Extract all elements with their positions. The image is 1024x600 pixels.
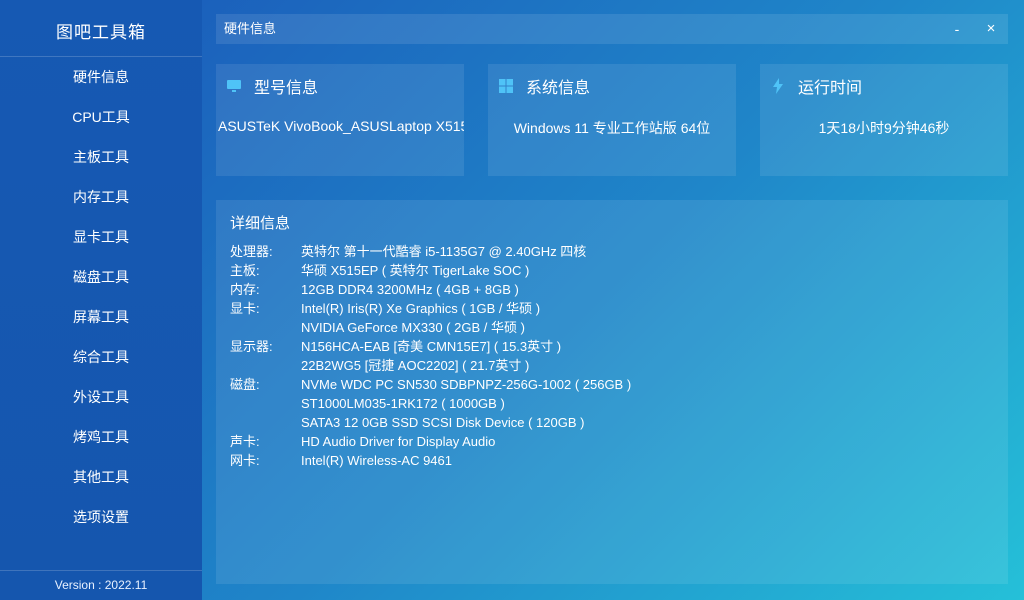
system-info-card: 系统信息 Windows 11 专业工作站版 64位 [488,64,736,176]
row-value: NVIDIA GeForce MX330 ( 2GB / 华硕 ) [301,320,525,335]
sidebar-nav: 硬件信息 CPU工具 主板工具 内存工具 显卡工具 磁盘工具 屏幕工具 综合工具… [0,57,202,537]
row-value: Intel(R) Wireless-AC 9461 [301,453,452,468]
sidebar-item-general-tools[interactable]: 综合工具 [0,337,202,377]
sidebar-item-hardware-info[interactable]: 硬件信息 [0,57,202,97]
title-bar: 硬件信息 - × [216,14,1008,44]
row-value: 12GB DDR4 3200MHz ( 4GB + 8GB ) [301,282,519,297]
detail-title: 详细信息 [230,215,291,232]
row-label: 处理器: [230,244,273,259]
row-label: 主板: [230,263,260,278]
row-label [230,318,301,337]
detail-row-disk-3: SATA3 12 0GB SSD SCSI Disk Device ( 120G… [230,413,631,432]
sidebar-item-cpu-tools[interactable]: CPU工具 [0,97,202,137]
sidebar-item-settings[interactable]: 选项设置 [0,497,202,537]
detail-row-motherboard: 主板: 华硕 X515EP ( 英特尔 TigerLake SOC ) [230,261,631,280]
row-value: 22B2WG5 [冠捷 AOC2202] ( 21.7英寸 ) [301,358,530,373]
version-label: Version : 2022.11 [54,578,148,592]
row-value: 华硕 X515EP ( 英特尔 TigerLake SOC ) [301,263,530,278]
bolt-icon [770,78,786,94]
row-value: HD Audio Driver for Display Audio [301,434,496,449]
row-value: NVMe WDC PC SN530 SDBPNPZ-256G-1002 ( 25… [301,377,632,392]
row-label [230,394,301,413]
sidebar-item-peripheral-tools[interactable]: 外设工具 [0,377,202,417]
app-title: 图吧工具箱 [56,23,146,42]
windows-icon [498,78,514,94]
detail-row-audio: 声卡: HD Audio Driver for Display Audio [230,432,631,451]
row-label: 显卡: [230,301,260,316]
detail-row-disk-2: ST1000LM035-1RK172 ( 1000GB ) [230,394,631,413]
detail-row-gpu: 显卡: Intel(R) Iris(R) Xe Graphics ( 1GB /… [230,299,631,318]
uptime-card: 运行时间 1天18小时9分钟46秒 [760,64,1008,176]
detail-row-disk: 磁盘: NVMe WDC PC SN530 SDBPNPZ-256G-1002 … [230,375,631,394]
minimize-button[interactable]: - [942,14,972,44]
sidebar-item-stress-tools[interactable]: 烤鸡工具 [0,417,202,457]
row-label [230,356,301,375]
detail-row-cpu: 处理器: 英特尔 第十一代酷睿 i5-1135G7 @ 2.40GHz 四核 [230,242,631,261]
model-info-card: 型号信息 ASUSTeK VivoBook_ASUSLaptop X515E [216,64,464,176]
row-value: Intel(R) Iris(R) Xe Graphics ( 1GB / 华硕 … [301,301,541,316]
system-info-value: Windows 11 专业工作站版 64位 [513,120,711,136]
sidebar-item-motherboard-tools[interactable]: 主板工具 [0,137,202,177]
uptime-value: 1天18小时9分钟46秒 [818,120,950,136]
system-info-title: 系统信息 [526,80,591,97]
page-title: 硬件信息 [224,21,277,36]
row-label [230,413,301,432]
detail-row-display: 显示器: N156HCA-EAB [奇美 CMN15E7] ( 15.3英寸 ) [230,337,631,356]
model-info-value: ASUSTeK VivoBook_ASUSLaptop X515E [218,118,464,134]
detail-row-display-2: 22B2WG5 [冠捷 AOC2202] ( 21.7英寸 ) [230,356,631,375]
sidebar-divider-bottom [0,570,202,571]
detail-list: 处理器: 英特尔 第十一代酷睿 i5-1135G7 @ 2.40GHz 四核 主… [230,242,631,470]
detail-panel: 详细信息 处理器: 英特尔 第十一代酷睿 i5-1135G7 @ 2.40GHz… [216,200,1008,584]
row-value: 英特尔 第十一代酷睿 i5-1135G7 @ 2.40GHz 四核 [301,244,587,259]
row-label: 磁盘: [230,377,260,392]
sidebar-item-gpu-tools[interactable]: 显卡工具 [0,217,202,257]
row-label: 声卡: [230,434,260,449]
detail-row-memory: 内存: 12GB DDR4 3200MHz ( 4GB + 8GB ) [230,280,631,299]
sidebar: 图吧工具箱 硬件信息 CPU工具 主板工具 内存工具 显卡工具 磁盘工具 屏幕工… [0,0,202,600]
close-button[interactable]: × [976,14,1006,44]
sidebar-item-other-tools[interactable]: 其他工具 [0,457,202,497]
detail-row-network: 网卡: Intel(R) Wireless-AC 9461 [230,451,631,470]
row-label: 显示器: [230,339,273,354]
sidebar-item-memory-tools[interactable]: 内存工具 [0,177,202,217]
uptime-title: 运行时间 [798,80,863,97]
row-value: ST1000LM035-1RK172 ( 1000GB ) [301,396,505,411]
detail-row-gpu-2: NVIDIA GeForce MX330 ( 2GB / 华硕 ) [230,318,631,337]
sidebar-item-screen-tools[interactable]: 屏幕工具 [0,297,202,337]
row-label: 内存: [230,282,260,297]
model-info-title: 型号信息 [254,80,319,97]
sidebar-item-disk-tools[interactable]: 磁盘工具 [0,257,202,297]
row-label: 网卡: [230,453,260,468]
monitor-icon [226,78,242,94]
row-value: N156HCA-EAB [奇美 CMN15E7] ( 15.3英寸 ) [301,339,562,354]
row-value: SATA3 12 0GB SSD SCSI Disk Device ( 120G… [301,415,585,430]
